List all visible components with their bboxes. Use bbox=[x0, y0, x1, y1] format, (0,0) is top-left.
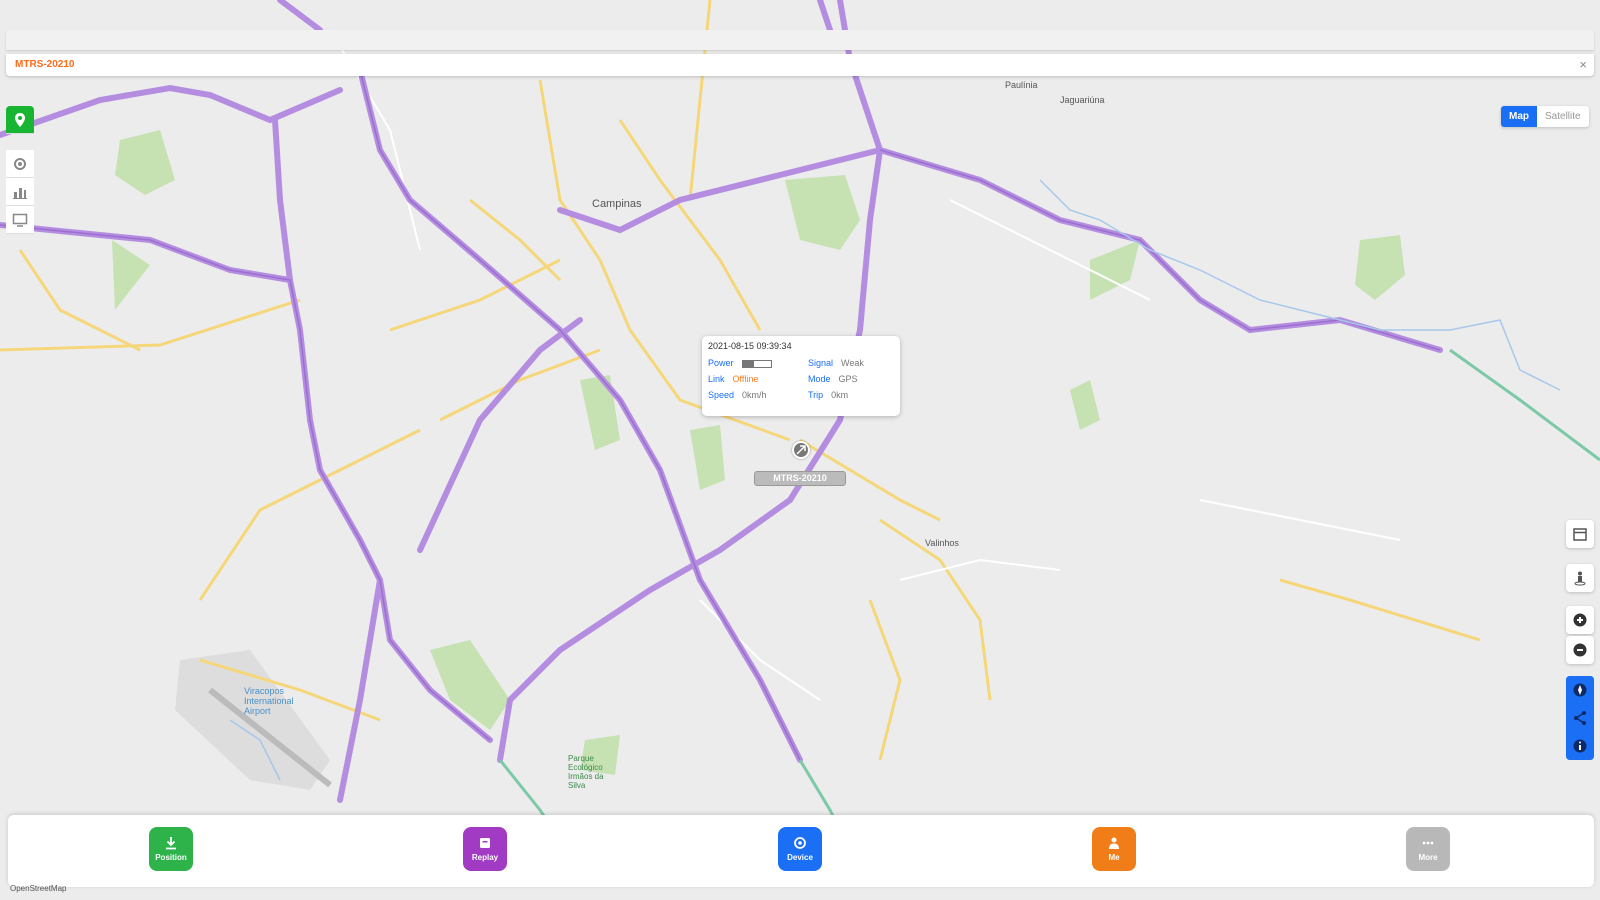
replay-icon bbox=[480, 838, 490, 848]
mode-value: GPS bbox=[838, 374, 858, 384]
popup-datetime: 2021-08-15 09:39:34 bbox=[708, 341, 792, 351]
nav-me-button[interactable]: Me bbox=[1092, 827, 1136, 871]
person-icon bbox=[1109, 837, 1119, 849]
trip-label: Trip bbox=[808, 390, 824, 400]
speed-label: Speed bbox=[708, 390, 735, 400]
popup-trip-row: Trip 0km bbox=[808, 390, 848, 400]
nav-device-button[interactable]: Device bbox=[778, 827, 822, 871]
nav-more-button[interactable]: More bbox=[1406, 827, 1450, 871]
trip-value: 0km bbox=[831, 390, 849, 400]
compass-icon[interactable] bbox=[1566, 676, 1594, 704]
park-label: Parque Ecológico Irmãos da Silva bbox=[568, 754, 604, 790]
nav-position-label: Position bbox=[155, 853, 187, 862]
nav-replay-button[interactable]: Replay bbox=[463, 827, 507, 871]
street-view-icon[interactable] bbox=[1566, 564, 1594, 592]
nav-position-button[interactable]: Position bbox=[149, 827, 193, 871]
zoom-in-icon[interactable] bbox=[1566, 606, 1594, 634]
info-icon[interactable] bbox=[1566, 732, 1594, 760]
nav-replay-label: Replay bbox=[471, 853, 499, 862]
popup-signal-row: Signal Weak bbox=[808, 358, 864, 368]
signal-label: Signal bbox=[808, 358, 834, 368]
location-pin-icon[interactable] bbox=[6, 106, 34, 134]
city-label-valinhos: Valinhos bbox=[925, 538, 959, 548]
speed-value: 0km/h bbox=[742, 390, 767, 400]
zoom-out-icon[interactable] bbox=[1566, 636, 1594, 664]
left-toolbar bbox=[6, 106, 34, 234]
city-label-campinas: Campinas bbox=[592, 198, 642, 210]
device-info-popup: 2021-08-15 09:39:34 Power Signal Weak Lin… bbox=[702, 336, 900, 416]
link-label: Link bbox=[708, 374, 725, 384]
city-label-paulinia: Paulínia bbox=[1005, 80, 1038, 90]
nav-me-label: Me bbox=[1108, 853, 1120, 862]
map-type-satellite-button[interactable]: Satellite bbox=[1537, 106, 1589, 127]
device-marker[interactable] bbox=[792, 441, 810, 459]
power-label: Power bbox=[708, 358, 734, 368]
popup-speed-row: Speed 0km/h bbox=[708, 390, 767, 400]
device-marker-label[interactable]: MTRS-20210 bbox=[754, 471, 846, 486]
right-toolbar-blue bbox=[1566, 676, 1594, 760]
calendar-icon[interactable] bbox=[1566, 520, 1594, 548]
right-toolbar bbox=[1566, 520, 1594, 664]
download-icon bbox=[166, 837, 176, 850]
monitor-icon[interactable] bbox=[6, 206, 34, 234]
settings-icon[interactable] bbox=[6, 150, 34, 178]
signal-value: Weak bbox=[841, 358, 864, 368]
popup-link-row: Link Offline bbox=[708, 374, 758, 384]
nav-device-label: Device bbox=[787, 853, 813, 862]
share-icon[interactable] bbox=[1566, 704, 1594, 732]
map-attribution: OpenStreetMap bbox=[10, 884, 67, 893]
airport-label: Viracopos International Airport bbox=[244, 686, 294, 716]
mode-label: Mode bbox=[808, 374, 831, 384]
chart-icon[interactable] bbox=[6, 178, 34, 206]
device-icon bbox=[794, 837, 806, 849]
link-value: Offline bbox=[732, 374, 759, 384]
top-bar bbox=[6, 30, 1594, 50]
device-id-text: MTRS-20210 bbox=[15, 59, 75, 70]
close-icon[interactable]: × bbox=[1579, 57, 1587, 72]
popup-power-row: Power bbox=[708, 358, 772, 368]
more-icon bbox=[1422, 841, 1434, 845]
popup-mode-row: Mode GPS bbox=[808, 374, 858, 384]
map-type-map-button[interactable]: Map bbox=[1501, 106, 1537, 127]
map-type-toggle: Map Satellite bbox=[1501, 106, 1589, 127]
nav-more-label: More bbox=[1418, 853, 1438, 862]
battery-icon bbox=[741, 359, 772, 368]
device-id-bar: MTRS-20210 × bbox=[6, 54, 1594, 76]
direction-arrow-icon bbox=[796, 445, 806, 455]
city-label-jaguariuna: Jaguariúna bbox=[1060, 95, 1105, 105]
bottom-nav: Position Replay Device Me More bbox=[8, 815, 1594, 887]
